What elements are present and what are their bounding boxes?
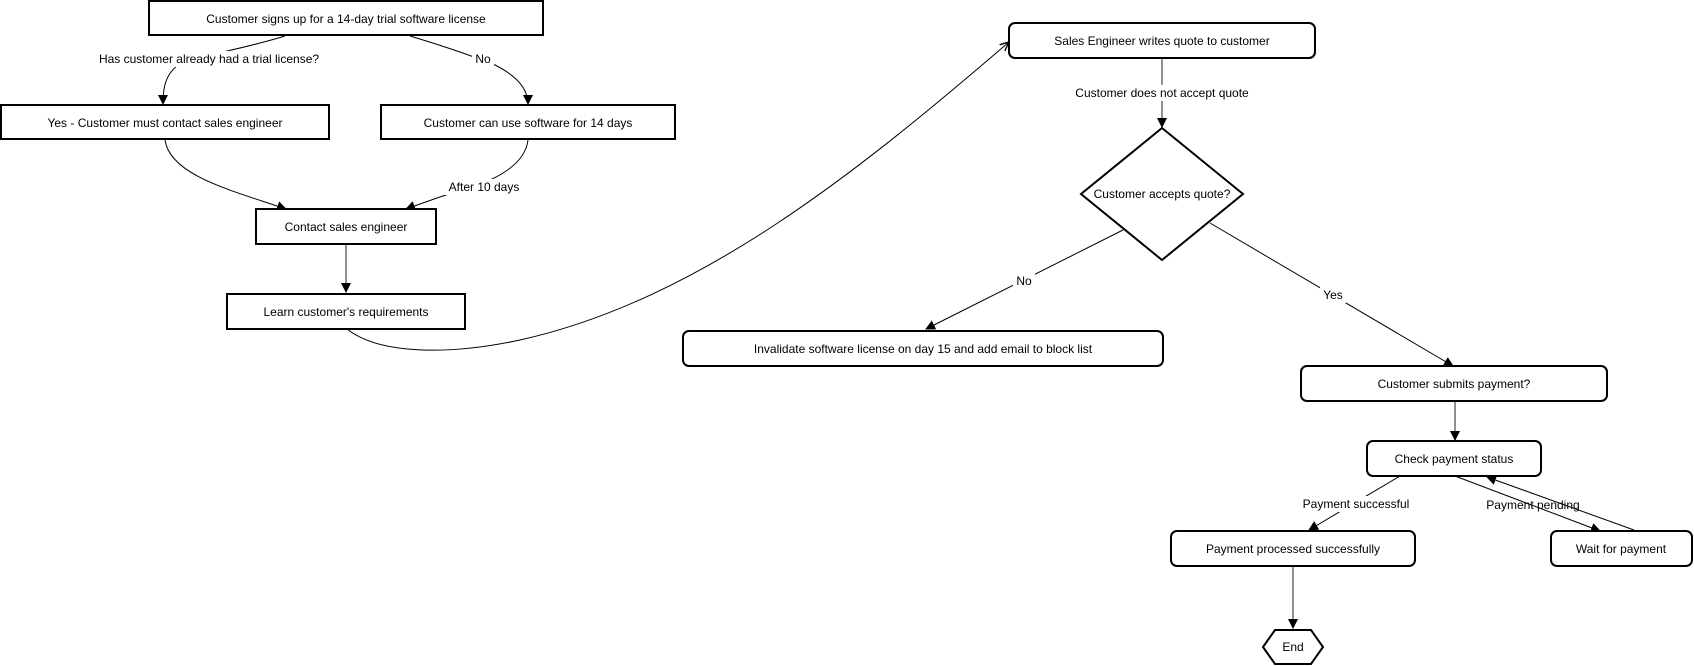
edge-label-has-trial-text: Has customer already had a trial license… <box>99 52 319 66</box>
node-processed[interactable]: Payment processed successfully <box>1170 530 1416 567</box>
node-contact-se[interactable]: Contact sales engineer <box>255 208 437 245</box>
node-use-14[interactable]: Customer can use software for 14 days <box>380 104 676 140</box>
node-use-14-label: Customer can use software for 14 days <box>424 116 633 130</box>
edge-label-after-10-days: After 10 days <box>445 179 523 195</box>
edge-signup-to-use-14 <box>409 35 533 105</box>
edge-label-quote-no: No <box>1013 273 1035 289</box>
node-invalidate[interactable]: Invalidate software license on day 15 an… <box>682 330 1164 367</box>
node-accepts-label: Customer accepts quote? <box>1094 187 1231 201</box>
node-learn-req[interactable]: Learn customer's requirements <box>226 293 466 330</box>
flowchart-canvas: Has customer already had a trial license… <box>0 0 1693 665</box>
node-accepts[interactable]: Customer accepts quote? <box>1079 126 1245 262</box>
edge-label-not-accept: Customer does not accept quote <box>1072 85 1252 101</box>
node-write-quote[interactable]: Sales Engineer writes quote to customer <box>1008 22 1316 59</box>
node-wait[interactable]: Wait for payment <box>1550 530 1693 567</box>
edge-label-payment-pending-text: Payment pending <box>1486 498 1579 512</box>
edge-signup-to-yes-contact <box>158 35 286 105</box>
edge-label-quote-no-text: No <box>1016 274 1032 288</box>
edge-label-has-trial: Has customer already had a trial license… <box>97 51 321 67</box>
node-yes-contact[interactable]: Yes - Customer must contact sales engine… <box>0 104 330 140</box>
node-end[interactable]: End <box>1261 629 1325 665</box>
edge-label-payment-successful-text: Payment successful <box>1303 497 1410 511</box>
edge-use-14-to-contact-se <box>405 139 529 211</box>
node-check-status[interactable]: Check payment status <box>1366 440 1542 477</box>
edge-label-quote-yes: Yes <box>1320 287 1346 303</box>
edge-label-after-10-days-text: After 10 days <box>449 180 520 194</box>
node-learn-req-label: Learn customer's requirements <box>263 305 428 319</box>
node-signup[interactable]: Customer signs up for a 14-day trial sof… <box>148 0 544 36</box>
node-processed-label: Payment processed successfully <box>1206 542 1380 556</box>
edge-label-payment-pending: Payment pending <box>1486 498 1579 512</box>
edge-label-not-accept-text: Customer does not accept quote <box>1075 86 1249 100</box>
node-end-label: End <box>1282 640 1303 654</box>
node-check-status-label: Check payment status <box>1395 452 1514 466</box>
edge-yes-contact-to-contact-se <box>164 139 287 211</box>
node-contact-se-label: Contact sales engineer <box>285 220 408 234</box>
node-wait-label: Wait for payment <box>1576 542 1667 556</box>
node-submits[interactable]: Customer submits payment? <box>1300 365 1608 402</box>
node-submits-label: Customer submits payment? <box>1378 377 1531 391</box>
edge-label-no-trial-text: No <box>475 52 491 66</box>
edge-label-no-trial: No <box>472 51 494 67</box>
node-yes-contact-label: Yes - Customer must contact sales engine… <box>47 116 282 130</box>
node-write-quote-label: Sales Engineer writes quote to customer <box>1054 34 1269 48</box>
nodes: Customer signs up for a 14-day trial sof… <box>0 0 1693 665</box>
node-signup-label: Customer signs up for a 14-day trial sof… <box>206 12 486 26</box>
edge-label-quote-yes-text: Yes <box>1323 288 1343 302</box>
node-invalidate-label: Invalidate software license on day 15 an… <box>754 342 1093 356</box>
edge-label-payment-successful: Payment successful <box>1300 496 1412 512</box>
